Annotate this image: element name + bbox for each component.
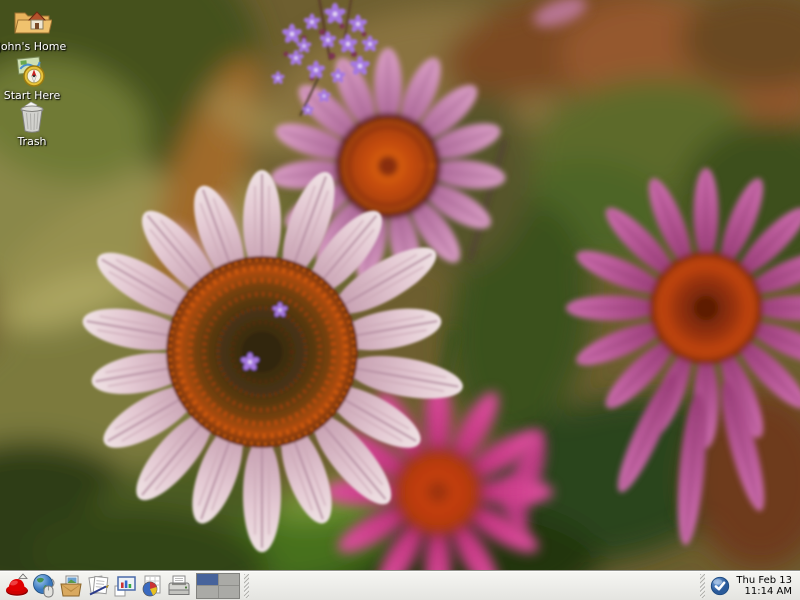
presentation-button[interactable] — [111, 572, 138, 600]
workspace-3[interactable] — [197, 586, 218, 598]
envelope-photo-icon — [58, 573, 84, 599]
workspace-2[interactable] — [219, 574, 240, 586]
clock-time: 11:14 AM — [736, 586, 792, 597]
desktop-icon-trash[interactable]: Trash — [0, 100, 74, 148]
red-hat-icon — [4, 573, 30, 599]
desktop-icon-home[interactable]: john's Home — [0, 5, 74, 53]
start-here-compass-icon — [14, 54, 50, 88]
workspace-4[interactable] — [219, 586, 240, 598]
workspace-1[interactable] — [197, 574, 218, 586]
trash-can-icon — [17, 100, 47, 134]
bottom-panel: Thu Feb 13 11:14 AM — [0, 570, 800, 600]
printer-icon — [166, 573, 192, 599]
web-browser-button[interactable] — [30, 572, 57, 600]
workspace-switcher — [196, 573, 240, 599]
main-menu-button[interactable] — [3, 572, 30, 600]
home-folder-icon — [12, 5, 52, 39]
desktop: john's Home Start Here Trash — [0, 0, 800, 600]
pie-chart-sheet-icon — [139, 573, 165, 599]
documents-pen-icon — [85, 573, 111, 599]
update-check-icon — [709, 575, 731, 597]
spreadsheet-button[interactable] — [138, 572, 165, 600]
desktop-icon-label: john's Home — [0, 40, 66, 53]
print-manager-button[interactable] — [165, 572, 192, 600]
bar-chart-slide-icon — [112, 573, 138, 599]
clock[interactable]: Thu Feb 13 11:14 AM — [733, 575, 797, 597]
desktop-icon-start-here[interactable]: Start Here — [0, 54, 74, 102]
panel-drag-handle[interactable] — [700, 574, 705, 598]
word-processor-button[interactable] — [84, 572, 111, 600]
update-notifier-button[interactable] — [707, 573, 733, 599]
email-button[interactable] — [57, 572, 84, 600]
window-list-area — [251, 571, 698, 600]
wallpaper-coneflower-photo — [0, 0, 800, 600]
clock-date: Thu Feb 13 — [736, 575, 792, 586]
panel-drag-handle[interactable] — [244, 574, 249, 598]
globe-mouse-icon — [31, 573, 57, 599]
desktop-icon-label: Trash — [17, 135, 46, 148]
